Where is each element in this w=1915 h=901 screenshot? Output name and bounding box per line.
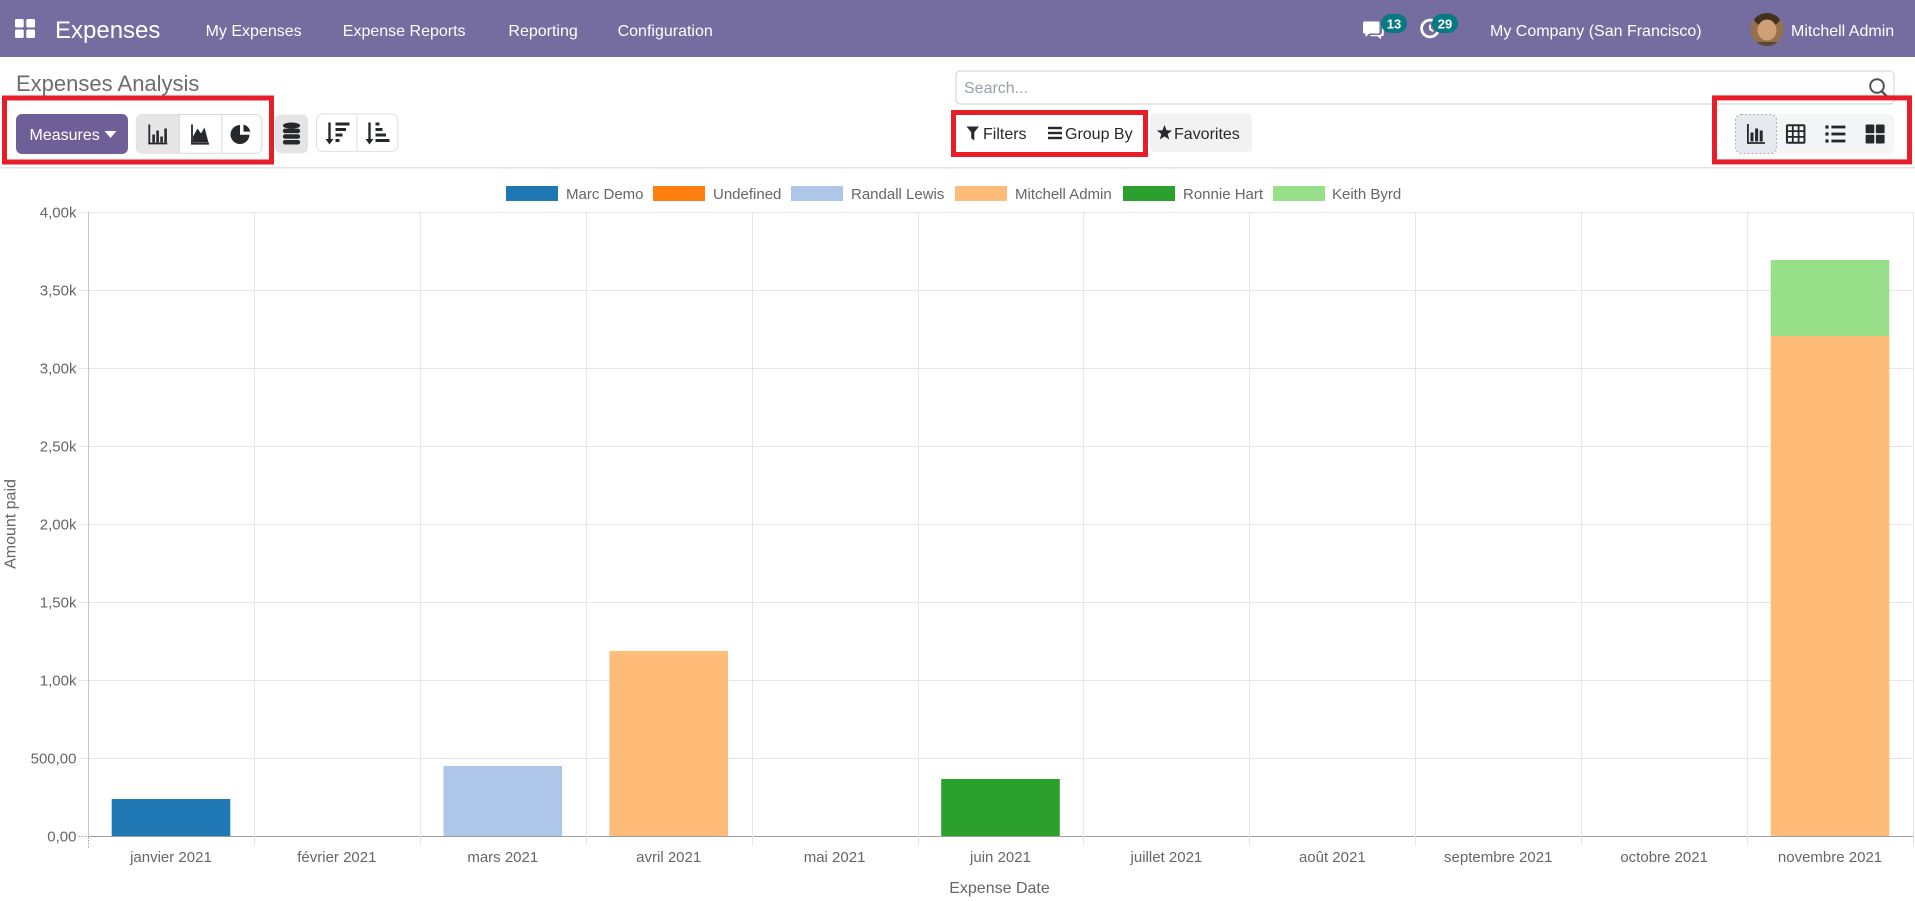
svg-text:29: 29 [1438, 17, 1452, 32]
svg-text:août 2021: août 2021 [1299, 849, 1366, 866]
svg-text:Marc Demo: Marc Demo [566, 186, 644, 203]
svg-text:septembre 2021: septembre 2021 [1444, 849, 1552, 866]
svg-text:Mitchell Admin: Mitchell Admin [1015, 186, 1112, 203]
svg-text:My Expenses: My Expenses [206, 23, 302, 40]
svg-text:Favorites: Favorites [1174, 126, 1240, 143]
svg-text:Reporting: Reporting [508, 23, 577, 40]
svg-text:My Company (San Francisco): My Company (San Francisco) [1490, 23, 1702, 40]
svg-text:Mitchell Admin: Mitchell Admin [1791, 23, 1894, 40]
svg-text:Expense Reports: Expense Reports [343, 23, 466, 40]
svg-text:Group By: Group By [1065, 126, 1133, 143]
svg-text:Filters: Filters [983, 126, 1027, 143]
svg-text:4,00k: 4,00k [40, 204, 77, 221]
svg-text:Search...: Search... [964, 80, 1028, 97]
svg-text:500,00: 500,00 [31, 750, 77, 767]
svg-text:octobre 2021: octobre 2021 [1620, 849, 1708, 866]
svg-text:0,00: 0,00 [47, 828, 76, 845]
svg-text:janvier 2021: janvier 2021 [129, 849, 212, 866]
svg-text:Undefined: Undefined [713, 186, 781, 203]
svg-text:Keith Byrd: Keith Byrd [1332, 186, 1401, 203]
svg-text:3,00k: 3,00k [40, 360, 77, 377]
svg-text:1,50k: 1,50k [40, 594, 77, 611]
svg-text:Expenses: Expenses [55, 17, 160, 44]
svg-text:juin 2021: juin 2021 [969, 849, 1031, 866]
svg-text:mars 2021: mars 2021 [467, 849, 538, 866]
svg-text:mai 2021: mai 2021 [804, 849, 866, 866]
svg-text:Randall Lewis: Randall Lewis [851, 186, 944, 203]
svg-text:3,50k: 3,50k [40, 282, 77, 299]
svg-text:Expenses Analysis: Expenses Analysis [16, 71, 199, 96]
svg-text:juillet 2021: juillet 2021 [1130, 849, 1203, 866]
svg-text:Amount paid: Amount paid [3, 479, 20, 569]
svg-text:13: 13 [1387, 17, 1401, 32]
svg-text:février 2021: février 2021 [297, 849, 376, 866]
svg-text:Ronnie Hart: Ronnie Hart [1183, 186, 1264, 203]
svg-text:2,00k: 2,00k [40, 516, 77, 533]
svg-text:novembre 2021: novembre 2021 [1778, 849, 1882, 866]
svg-text:Expense Date: Expense Date [949, 880, 1050, 897]
svg-text:avril 2021: avril 2021 [636, 849, 701, 866]
svg-text:Measures: Measures [30, 127, 100, 144]
svg-text:Configuration: Configuration [618, 23, 713, 40]
svg-text:2,50k: 2,50k [40, 438, 77, 455]
svg-text:1,00k: 1,00k [40, 672, 77, 689]
